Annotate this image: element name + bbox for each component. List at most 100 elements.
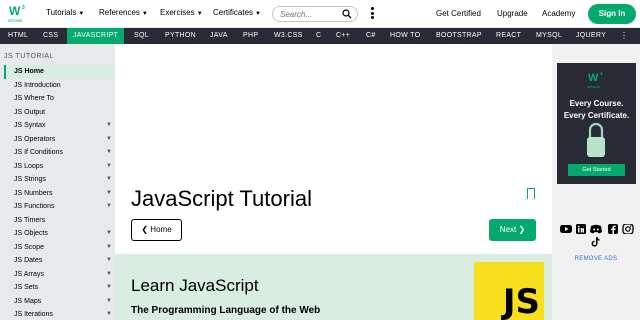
link-get-certified[interactable]: Get Certified xyxy=(436,9,481,18)
sidebar-item-label: JS Output xyxy=(14,108,46,116)
menu-references[interactable]: References ▼ xyxy=(99,8,148,17)
javascript-logo-text: JS xyxy=(502,282,540,320)
menu-exercises[interactable]: Exercises ▼ xyxy=(160,8,203,17)
language-nav-bar: HTML CSS JAVASCRIPT SQL PYTHON JAVA PHP … xyxy=(0,28,640,44)
nav-item-python[interactable]: PYTHON xyxy=(165,28,196,44)
sidebar-item-js-if-conditions[interactable]: JS If Conditions ▼ xyxy=(4,146,115,160)
top-bar: W 3 schools Tutorials ▼ References ▼ Exerc… xyxy=(0,0,640,28)
caret-down-icon: ▼ xyxy=(106,297,112,304)
discord-icon[interactable] xyxy=(590,224,602,234)
nav-item-jquery[interactable]: JQUERY xyxy=(576,28,606,44)
sidebar-item-js-sets[interactable]: JS Sets ▼ xyxy=(4,281,115,295)
next-button-label: Next xyxy=(499,225,517,234)
sidebar-item-js-functions[interactable]: JS Functions ▼ xyxy=(4,200,115,214)
w3schools-logo-icon: W 3 schools xyxy=(587,71,603,89)
remove-ads-link[interactable]: REMOVE ADS xyxy=(552,256,640,262)
caret-down-icon: ▼ xyxy=(106,270,112,277)
sidebar-heading: JS TUTORIAL xyxy=(4,53,54,60)
nav-item-html[interactable]: HTML xyxy=(8,28,28,44)
nav-item-java[interactable]: JAVA xyxy=(210,28,228,44)
search-icon[interactable] xyxy=(342,9,352,19)
nav-item-react[interactable]: REACT xyxy=(496,28,521,44)
sidebar-item-label: JS Loops xyxy=(14,162,44,170)
nav-item-how-to[interactable]: HOW TO xyxy=(390,28,420,44)
caret-down-icon: ▼ xyxy=(106,189,112,196)
svg-text:W: W xyxy=(588,72,599,84)
sidebar-item-label: JS Dates xyxy=(14,257,43,264)
home-button-label: Home xyxy=(150,225,172,234)
nav-item-c[interactable]: C xyxy=(316,28,321,44)
nav-item-w3css[interactable]: W3.CSS xyxy=(274,28,303,44)
nav-item-sql[interactable]: SQL xyxy=(134,28,149,44)
sidebar-item-js-syntax[interactable]: JS Syntax ▼ xyxy=(4,119,115,133)
ad-headline-2: Every Certificate. xyxy=(563,111,630,120)
sidebar-item-js-output[interactable]: JS Output xyxy=(4,106,115,120)
facebook-icon[interactable] xyxy=(607,224,619,234)
caret-down-icon: ▼ xyxy=(106,162,112,169)
next-arrow-icon: ❯ xyxy=(516,225,526,234)
nav-item-php[interactable]: PHP xyxy=(243,28,258,44)
sidebar-item-js-maps[interactable]: JS Maps ▼ xyxy=(4,295,115,309)
page-title: JavaScript Tutorial xyxy=(131,186,312,211)
svg-text:schools: schools xyxy=(587,85,600,89)
sidebar: JS TUTORIAL JS Home JS Introduction JS W… xyxy=(0,44,115,320)
caret-down-icon: ▼ xyxy=(106,203,112,209)
menu-tutorials[interactable]: Tutorials ▼ xyxy=(46,8,84,17)
sidebar-item-label: JS Strings xyxy=(14,176,46,183)
home-button[interactable]: ❮ Home xyxy=(131,219,182,241)
sidebar-item-js-operators[interactable]: JS Operators ▼ xyxy=(4,133,115,147)
caret-down-icon: ▼ xyxy=(78,11,85,17)
javascript-logo-icon: JS xyxy=(474,262,544,320)
svg-text:W: W xyxy=(9,4,21,18)
sidebar-item-label: JS Where To xyxy=(14,95,54,102)
more-options-icon[interactable] xyxy=(369,7,375,21)
nav-more-icon[interactable]: ⋮ xyxy=(620,28,628,44)
sign-in-button[interactable]: Sign In xyxy=(588,4,636,24)
nav-item-javascript[interactable]: JAVASCRIPT xyxy=(67,28,125,44)
youtube-icon[interactable] xyxy=(560,224,572,234)
get-started-button[interactable]: Get Started xyxy=(568,164,625,176)
nav-item-css[interactable]: CSS xyxy=(43,28,58,44)
sidebar-item-js-dates[interactable]: JS Dates ▼ xyxy=(4,254,115,268)
nav-item-mysql[interactable]: MYSQL xyxy=(536,28,562,44)
svg-text:3: 3 xyxy=(600,71,603,76)
linkedin-icon[interactable] xyxy=(575,224,587,234)
ad-headline-1: Every Course. xyxy=(569,99,624,108)
sidebar-item-js-objects[interactable]: JS Objects ▼ xyxy=(4,227,115,241)
sidebar-item-js-numbers[interactable]: JS Numbers ▼ xyxy=(4,187,115,201)
sidebar-item-js-strings[interactable]: JS Strings ▼ xyxy=(4,173,115,187)
hero-title: Learn JavaScript xyxy=(131,276,259,295)
advertisement[interactable]: W 3 schools Every Course. Every Certific… xyxy=(557,63,636,184)
hero-section: Learn JavaScript The Programming Languag… xyxy=(115,254,552,320)
sidebar-item-js-home[interactable]: JS Home xyxy=(4,65,115,79)
sidebar-item-js-where-to[interactable]: JS Where To xyxy=(4,92,115,106)
right-column: W 3 schools Every Course. Every Certific… xyxy=(552,44,640,320)
sidebar-item-js-introduction[interactable]: JS Introduction xyxy=(4,79,115,93)
sidebar-item-js-iterations[interactable]: JS Iterations ▼ xyxy=(4,308,115,320)
menu-exercises-label: Exercises xyxy=(160,8,195,17)
sidebar-item-js-scope[interactable]: JS Scope ▼ xyxy=(4,241,115,255)
nav-item-cpp[interactable]: C++ xyxy=(336,28,350,44)
search-input[interactable] xyxy=(280,9,342,20)
main-content: JavaScript Tutorial ❮ Home Next ❯ Learn … xyxy=(115,44,552,320)
sidebar-item-label: JS Syntax xyxy=(14,122,46,129)
search-box[interactable] xyxy=(272,6,358,22)
sidebar-item-js-timers[interactable]: JS Timers xyxy=(4,214,115,228)
w3schools-logo-icon[interactable]: W 3 schools xyxy=(7,3,31,25)
menu-tutorials-label: Tutorials xyxy=(46,8,77,17)
sidebar-item-js-arrays[interactable]: JS Arrays ▼ xyxy=(4,268,115,282)
caret-down-icon: ▼ xyxy=(106,284,112,290)
link-upgrade[interactable]: Upgrade xyxy=(497,9,528,18)
sidebar-item-label: JS If Conditions xyxy=(14,149,64,156)
menu-certificates[interactable]: Certificates ▼ xyxy=(213,8,261,17)
next-button[interactable]: Next ❯ xyxy=(489,219,536,241)
sidebar-item-js-loops[interactable]: JS Loops ▼ xyxy=(4,160,115,174)
nav-item-csharp[interactable]: C# xyxy=(366,28,376,44)
hero-subtitle: The Programming Language of the Web xyxy=(131,305,321,316)
sidebar-item-label: JS Arrays xyxy=(14,270,44,278)
instagram-icon[interactable] xyxy=(622,224,634,234)
bookmark-icon[interactable] xyxy=(526,188,535,203)
tiktok-icon[interactable] xyxy=(590,237,602,247)
link-academy[interactable]: Academy xyxy=(542,9,575,18)
nav-item-bootstrap[interactable]: BOOTSTRAP xyxy=(436,28,482,44)
